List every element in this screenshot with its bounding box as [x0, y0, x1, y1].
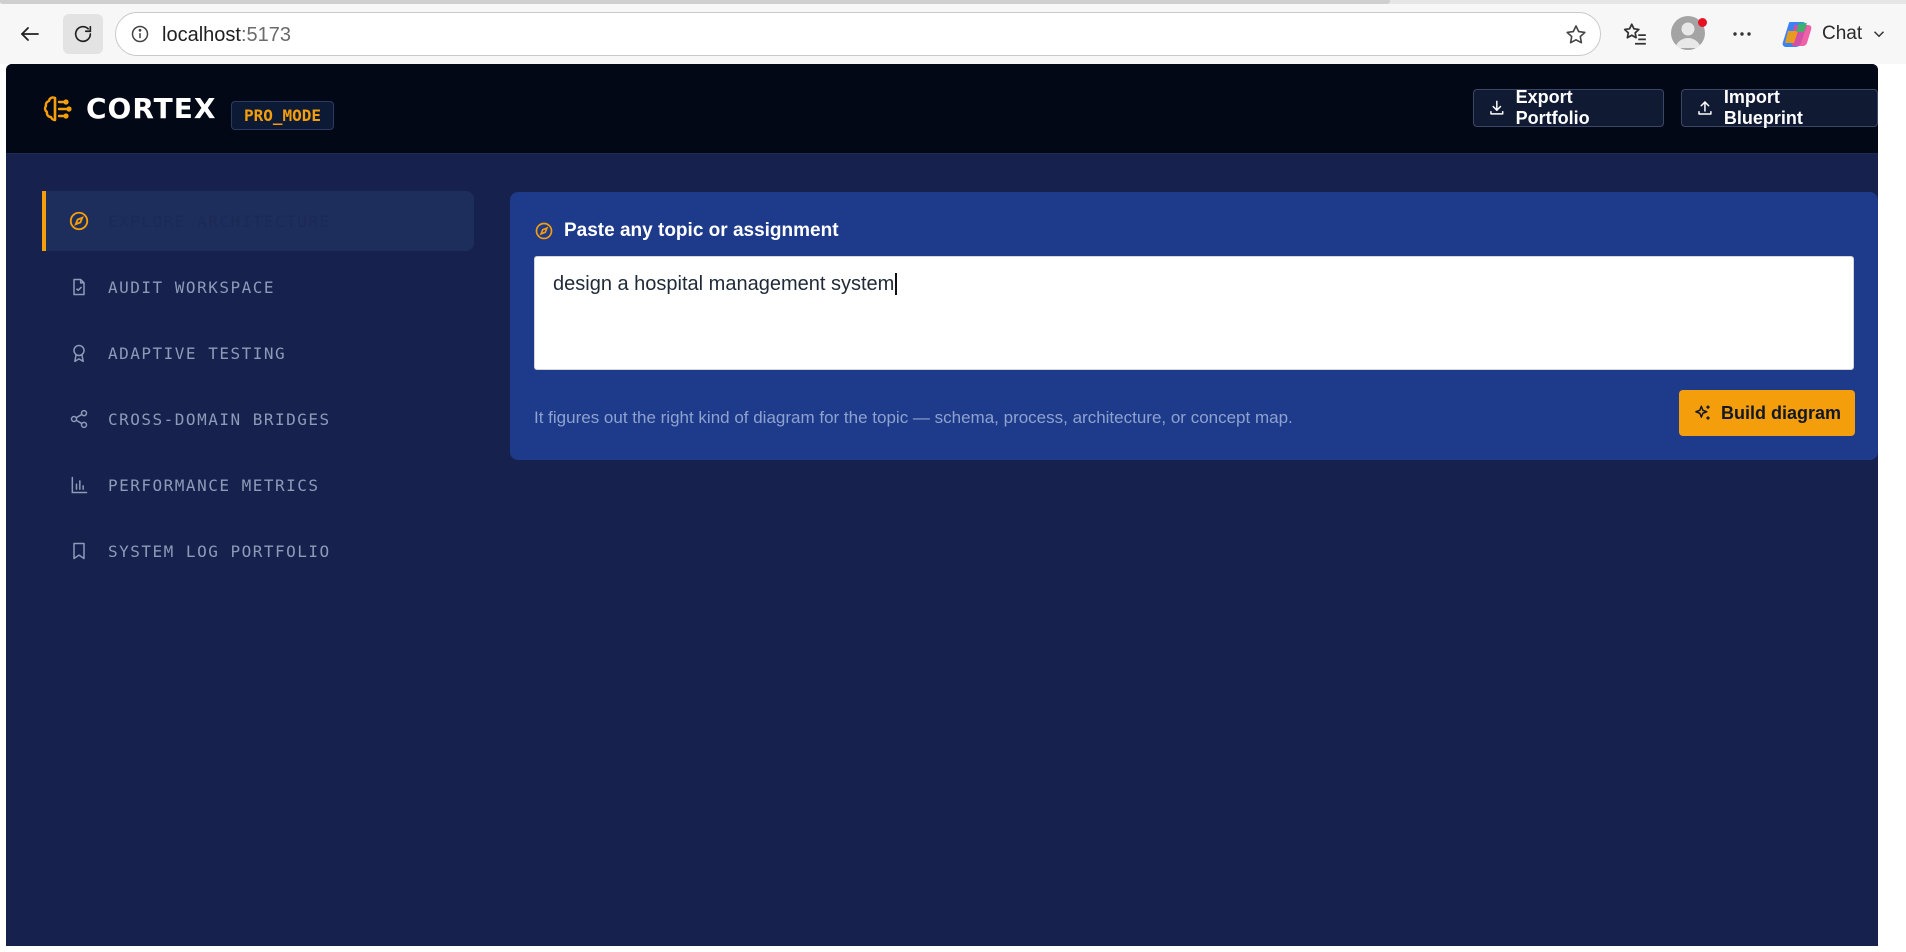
- copilot-chat-button[interactable]: Chat: [1780, 14, 1888, 54]
- helper-text: It figures out the right kind of diagram…: [534, 408, 1293, 427]
- upload-icon: [1698, 101, 1712, 115]
- import-blueprint-label: Import Blueprint: [1723, 87, 1803, 128]
- compass-icon: [68, 210, 90, 232]
- chevron-down-icon: [1874, 31, 1885, 38]
- sidebar-item-label: SYSTEM LOG PORTFOLIO: [108, 541, 331, 561]
- sidebar-item-label: ADAPTIVE TESTING: [108, 343, 287, 363]
- mode-badge: PRO_MODE: [231, 101, 335, 130]
- arrow-left-icon: [21, 27, 39, 41]
- address-bar[interactable]: localhost:5173: [115, 12, 1601, 56]
- brand[interactable]: CORTEX: [42, 92, 216, 125]
- notification-dot: [1698, 18, 1707, 27]
- sidebar-item-label: PERFORMANCE METRICS: [108, 475, 320, 495]
- sidebar-item-label: CROSS-DOMAIN BRIDGES: [108, 409, 331, 429]
- sidebar-item-performance-metrics[interactable]: PERFORMANCE METRICS: [42, 455, 474, 515]
- brand-name: CORTEX: [86, 92, 217, 125]
- site-info-icon[interactable]: [130, 24, 150, 49]
- app-header: CORTEX PRO_MODE Export Portfolio Import …: [6, 64, 1878, 154]
- import-blueprint-button[interactable]: Import Blueprint: [1681, 87, 1878, 128]
- copilot-icon: [1782, 22, 1812, 47]
- share-icon: [68, 408, 90, 430]
- card-title-text: Paste any topic or assignment: [564, 220, 839, 241]
- window-margin: [0, 946, 1906, 952]
- back-button[interactable]: [10, 14, 50, 54]
- topic-input[interactable]: design a hospital management system: [534, 256, 1854, 370]
- sidebar-item-explore-architecture[interactable]: EXPLORE ARCHITECTURE: [42, 191, 474, 251]
- chat-label: Chat: [1822, 23, 1863, 44]
- favorite-star-icon[interactable]: [1564, 23, 1588, 52]
- bookmark-icon: [68, 540, 90, 562]
- sidebar-item-adaptive-testing[interactable]: ADAPTIVE TESTING: [42, 323, 474, 383]
- download-icon: [1490, 100, 1504, 115]
- reload-button[interactable]: [63, 14, 103, 54]
- build-diagram-label: Build diagram: [1720, 402, 1841, 423]
- card-title: Paste any topic or assignment: [534, 220, 839, 242]
- sidebar-item-cross-domain-bridges[interactable]: CROSS-DOMAIN BRIDGES: [42, 389, 474, 449]
- reload-icon: [74, 25, 92, 43]
- export-portfolio-label: Export Portfolio: [1515, 87, 1590, 128]
- sidebar-item-audit-workspace[interactable]: AUDIT WORKSPACE: [42, 257, 474, 317]
- build-diagram-button[interactable]: Build diagram: [1679, 390, 1855, 436]
- app-window: CORTEX PRO_MODE Export Portfolio Import …: [6, 64, 1878, 946]
- url-text: localhost:5173: [162, 24, 291, 46]
- sidebar-item-label: AUDIT WORKSPACE: [108, 277, 275, 297]
- topic-input-card: Paste any topic or assignment design a h…: [510, 192, 1878, 460]
- tab-strip: [0, 0, 1906, 4]
- sidebar-nav: EXPLORE ARCHITECTURE AUDIT WORKSPACE ADA…: [42, 191, 474, 587]
- sparkles-icon: [1695, 405, 1710, 420]
- award-icon: [68, 342, 90, 364]
- browser-toolbar: localhost:5173 Chat: [0, 0, 1906, 64]
- more-options-icon[interactable]: [1724, 16, 1760, 52]
- topic-input-value: design a hospital management system: [553, 273, 895, 295]
- favorites-list-icon[interactable]: [1617, 16, 1653, 52]
- compass-icon: [535, 222, 553, 240]
- text-cursor: [895, 273, 898, 295]
- sidebar-item-label: EXPLORE ARCHITECTURE: [108, 211, 331, 231]
- window-margin: [1878, 64, 1906, 952]
- bar-chart-icon: [68, 474, 90, 496]
- brain-logo-icon: [43, 95, 72, 121]
- file-check-icon: [68, 276, 90, 298]
- sidebar-item-system-log-portfolio[interactable]: SYSTEM LOG PORTFOLIO: [42, 521, 474, 581]
- export-portfolio-button[interactable]: Export Portfolio: [1473, 87, 1664, 128]
